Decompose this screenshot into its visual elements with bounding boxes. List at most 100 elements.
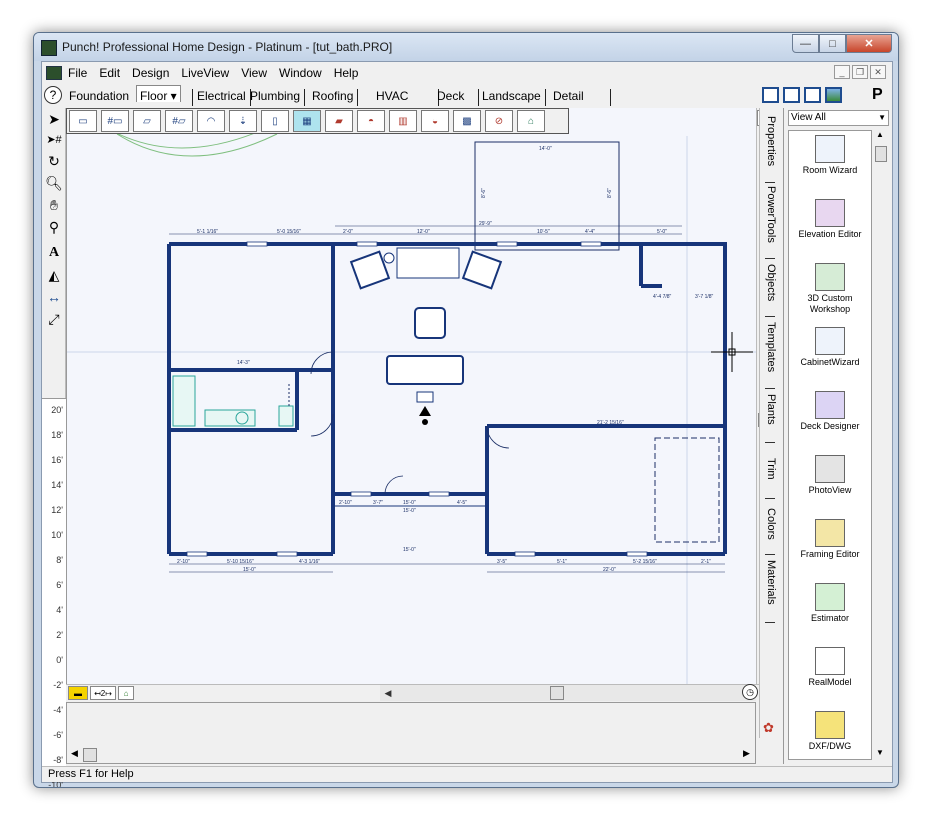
menu-file[interactable]: File (62, 66, 93, 80)
room-tool-icon[interactable]: #▭ (101, 110, 129, 132)
rotate-icon[interactable]: ↻ (45, 152, 63, 170)
tools-scroll-up-icon[interactable]: ▲ (876, 130, 884, 139)
tool-estimator[interactable]: Estimator (789, 579, 871, 643)
doc-restore-button[interactable]: ❐ (852, 65, 868, 79)
tool-cabinet-wizard[interactable]: CabinetWizard (789, 323, 871, 387)
menu-help[interactable]: Help (328, 66, 365, 80)
railing-icon[interactable]: ▥ (389, 110, 417, 132)
menu-edit[interactable]: Edit (93, 66, 126, 80)
door-icon[interactable]: ▯ (261, 110, 289, 132)
deck-designer-icon (815, 391, 845, 419)
no-floor-icon[interactable]: ⊘ (485, 110, 513, 132)
tab-hvac[interactable]: HVAC (376, 89, 440, 106)
leader-tool-icon[interactable]: ◭ (45, 266, 63, 284)
side-tab-properties[interactable]: Properties (765, 116, 777, 166)
design-tabs: ? Foundation Floor ▾ Electrical Plumbing… (42, 84, 892, 108)
tool-3d-custom-workshop[interactable]: 3D Custom Workshop (789, 259, 871, 323)
wall-segment-icon[interactable]: ▱ (133, 110, 161, 132)
plant-icon[interactable]: ✿ (763, 720, 779, 736)
tool-room-wizard[interactable]: Room Wizard (789, 131, 871, 195)
dim-bottom-left-2: 5'-10 15/16" (227, 559, 254, 565)
title-bar[interactable]: Punch! Professional Home Design - Platin… (34, 33, 898, 61)
doc-minimize-button[interactable]: _ (834, 65, 850, 79)
tab-plumbing[interactable]: Plumbing (250, 89, 306, 106)
tools-scroll-thumb[interactable] (875, 146, 887, 162)
dim-bottom-left-1: 2'-10" (177, 559, 190, 565)
tab-deck[interactable]: Deck (437, 89, 480, 106)
side-tab-trim[interactable]: Trim (765, 458, 777, 480)
dim-top-1: 5'-1 1/16" (197, 229, 218, 235)
clock-icon[interactable]: ◷ (742, 684, 758, 700)
opening-icon[interactable]: ⌂ (517, 110, 545, 132)
dimension-tool-icon[interactable]: ↔ (45, 288, 63, 306)
arc-wall-icon[interactable]: ◠ (197, 110, 225, 132)
library-side-tabs: Properties PowerTools Objects Templates … (759, 108, 783, 738)
break-wall-icon[interactable]: ⇣ (229, 110, 257, 132)
dimension-toggle-icon[interactable]: ↤2↦ (90, 686, 116, 700)
dim-top-8: 5'-0" (657, 229, 667, 235)
side-tab-powertools[interactable]: PowerTools (765, 186, 777, 243)
zoom-icon[interactable]: 🔍︎ (45, 174, 63, 192)
dim-bottom-mid: 15'-0" (403, 547, 416, 553)
tab-landscape[interactable]: Landscape (482, 89, 546, 106)
tool-realmodel[interactable]: RealModel (789, 643, 871, 707)
3d-view-icon[interactable] (825, 87, 842, 103)
scroll-left-icon[interactable]: ◀ (380, 685, 396, 701)
arch-icon[interactable]: ◒ (421, 110, 449, 132)
pane-scroll-thumb[interactable] (83, 748, 97, 762)
pane-scroll-right-icon[interactable]: ▶ (743, 748, 750, 759)
help-icon[interactable]: ? (44, 86, 62, 104)
tab-roofing[interactable]: Roofing (312, 89, 359, 106)
powertools-scrollbar[interactable]: ▲ ▼ (874, 130, 888, 760)
doc-close-button[interactable]: ✕ (870, 65, 886, 79)
menu-design[interactable]: Design (126, 66, 175, 80)
floor-plan-canvas[interactable]: 14'-0" 8'-6" 8'-6" 5'-1 1/16" 5'-0 15/16… (66, 108, 756, 684)
home-icon[interactable]: ⌂ (118, 686, 134, 700)
floor-tile-icon[interactable]: ▩ (453, 110, 481, 132)
binoculars-icon[interactable]: ⚲ (45, 218, 63, 236)
dim-bottom-right-4: 2'-1" (701, 559, 711, 565)
menu-liveview[interactable]: LiveView (175, 66, 235, 80)
side-tab-plants[interactable]: Plants (765, 394, 777, 425)
tool-deck-designer[interactable]: Deck Designer (789, 387, 871, 451)
view-filter-select[interactable]: View All ▼ (788, 110, 889, 126)
menu-window[interactable]: Window (273, 66, 328, 80)
tab-floor[interactable]: Floor ▾ (136, 85, 181, 103)
maximize-button[interactable]: □ (819, 34, 846, 53)
side-tab-templates[interactable]: Templates (765, 322, 777, 372)
dim-hall-1: 2'-10" (339, 500, 352, 506)
room-grid-icon[interactable]: #▱ (165, 110, 193, 132)
select-arrow-icon[interactable]: ➤ (45, 110, 63, 128)
window-icon[interactable]: ▦ (293, 110, 321, 132)
tool-elevation-editor[interactable]: Elevation Editor (789, 195, 871, 259)
menu-view[interactable]: View (235, 66, 273, 80)
plan-view-icon[interactable] (762, 87, 779, 103)
canvas-horizontal-scrollbar[interactable]: ◀ ▶ (380, 685, 756, 701)
tab-electrical[interactable]: Electrical (192, 89, 251, 106)
select-multi-icon[interactable]: ➤# (45, 130, 63, 148)
wall-tool-icon[interactable]: ▭ (69, 110, 97, 132)
text-tool-icon[interactable]: A (45, 244, 63, 262)
dim-top-5: 12'-0" (417, 229, 430, 235)
measure-tape-icon[interactable]: ▬ (68, 686, 88, 700)
tab-detail[interactable]: Detail (553, 89, 611, 106)
side-tab-objects[interactable]: Objects (765, 264, 777, 301)
document-icon[interactable] (46, 66, 62, 80)
minimize-button[interactable]: — (792, 34, 819, 53)
pan-hand-icon[interactable]: ✋︎ (45, 196, 63, 214)
close-button[interactable]: ✕ (846, 34, 892, 53)
tool-dxf-dwg[interactable]: DXF/DWG (789, 707, 871, 759)
tile-view-icon[interactable] (804, 87, 821, 103)
tool-framing-editor[interactable]: Framing Editor (789, 515, 871, 579)
horizontal-scroll-thumb[interactable] (550, 686, 564, 700)
split-view-icon[interactable] (783, 87, 800, 103)
side-tab-materials[interactable]: Materials (765, 560, 777, 605)
tools-scroll-down-icon[interactable]: ▼ (876, 748, 884, 757)
side-tab-colors[interactable]: Colors (765, 508, 777, 540)
tab-foundation[interactable]: Foundation (69, 89, 129, 106)
stairs-icon[interactable]: ▰ (325, 110, 353, 132)
line-tool-icon[interactable]: ⤢ (45, 310, 63, 328)
pane-scroll-left-icon[interactable]: ◀ (71, 748, 78, 759)
spiral-stairs-icon[interactable]: ◓ (357, 110, 385, 132)
tool-photoview[interactable]: PhotoView (789, 451, 871, 515)
